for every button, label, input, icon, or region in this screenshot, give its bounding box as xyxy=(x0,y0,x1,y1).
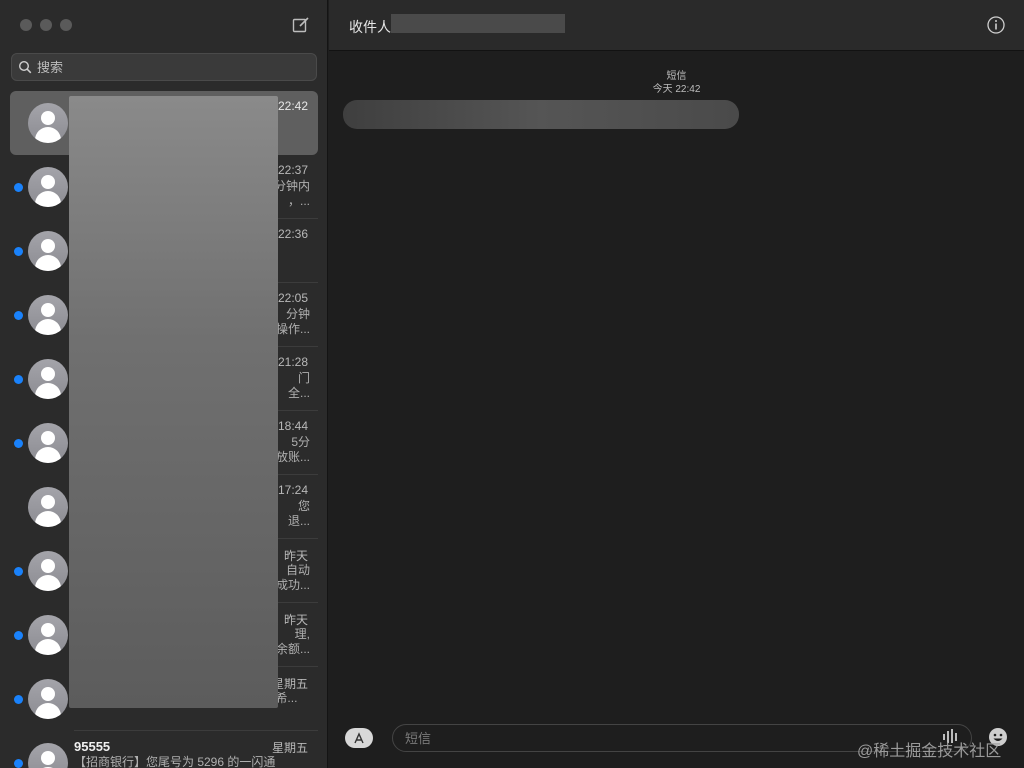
conversation-time: 18:44 xyxy=(277,419,308,433)
unread-indicator xyxy=(14,695,23,704)
search-icon xyxy=(18,60,32,74)
unread-indicator xyxy=(14,567,23,576)
message-header: 收件人： xyxy=(329,0,1024,51)
conversation-time: 22:42 xyxy=(277,99,308,113)
avatar xyxy=(28,103,68,143)
conversation-time: 22:36 xyxy=(277,227,308,241)
conversation-name: 95555 xyxy=(74,739,111,754)
conversation-time: 21:28 xyxy=(277,355,308,369)
watermark: @稀土掘金技术社区 xyxy=(857,743,1002,760)
avatar xyxy=(28,295,68,335)
close-window-button[interactable] xyxy=(20,19,32,31)
recipient-field[interactable] xyxy=(391,14,565,33)
avatar xyxy=(28,679,68,719)
unread-indicator xyxy=(14,183,23,192)
window-titlebar xyxy=(0,0,327,50)
avatar xyxy=(28,167,68,207)
compose-icon[interactable] xyxy=(292,16,310,34)
minimize-window-button[interactable] xyxy=(40,19,52,31)
conversation-preview: 【招商银行】您尾号为 5296 的一闪通 xyxy=(74,755,310,768)
message-pane: 收件人： 短信 今天 22:42 @稀 xyxy=(329,0,1024,768)
avatar xyxy=(28,423,68,463)
message-timestamp: 今天 22:42 xyxy=(652,84,701,95)
composer: @稀土掘金技术社区 xyxy=(329,720,1024,768)
avatar xyxy=(28,487,68,527)
search-input[interactable] xyxy=(37,54,307,80)
conversation-time: 星期五 xyxy=(271,741,308,755)
message-bubble[interactable] xyxy=(343,100,739,129)
conversation-time: 22:37 xyxy=(277,163,308,177)
zoom-window-button[interactable] xyxy=(60,19,72,31)
info-icon[interactable] xyxy=(986,15,1006,35)
conversation-time: 昨天 xyxy=(283,549,308,563)
app-store-icon xyxy=(354,732,364,744)
unread-indicator xyxy=(14,375,23,384)
preview-line: 【招商银行】您尾号为 5296 的一闪通 xyxy=(74,755,276,768)
app-store-button[interactable] xyxy=(345,728,373,748)
unread-indicator xyxy=(14,439,23,448)
unread-indicator xyxy=(14,247,23,256)
conversation-time: 昨天 xyxy=(283,613,308,627)
conversation-time: 22:05 xyxy=(277,291,308,305)
unread-indicator xyxy=(14,759,23,768)
avatar xyxy=(28,615,68,655)
message-input[interactable] xyxy=(405,725,925,751)
avatar xyxy=(28,231,68,271)
avatar xyxy=(28,551,68,591)
conversation-time: 17:24 xyxy=(277,483,308,497)
conversation-item[interactable]: 95555 星期五 【招商银行】您尾号为 5296 的一闪通 xyxy=(0,731,327,768)
search-field[interactable] xyxy=(11,53,317,81)
sidebar: 22:4222:37分钟内，...22:3622:05分钟操作...21:28门… xyxy=(0,0,328,768)
avatar xyxy=(28,743,68,768)
unread-indicator xyxy=(14,631,23,640)
avatar xyxy=(28,359,68,399)
redacted-area xyxy=(69,96,278,708)
unread-indicator xyxy=(14,311,23,320)
